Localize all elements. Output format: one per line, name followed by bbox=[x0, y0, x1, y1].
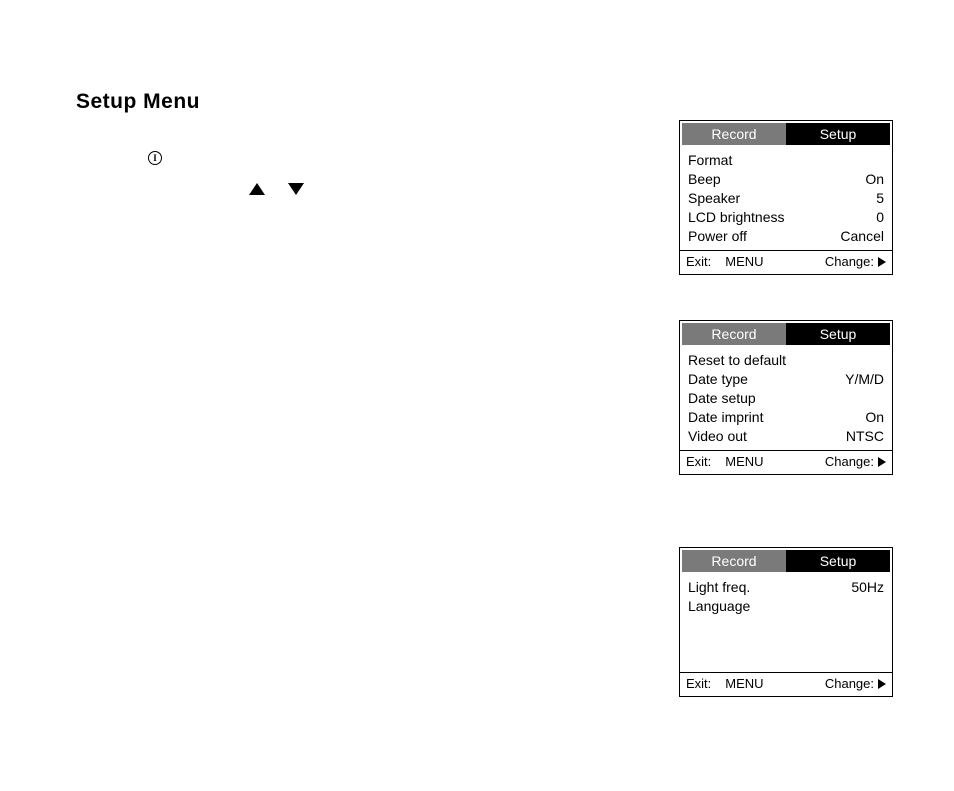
item-value: Cancel bbox=[840, 227, 884, 246]
items-list: Light freq. 50Hz Language bbox=[680, 572, 892, 672]
footer-exit-label: Exit: bbox=[686, 254, 711, 269]
setup-panel-1: Record Setup Format Beep On Speaker 5 LC… bbox=[679, 120, 893, 275]
item-label: Power off bbox=[688, 227, 747, 246]
right-arrow-icon bbox=[878, 679, 886, 689]
right-arrow-icon bbox=[878, 457, 886, 467]
footer-change-label: Change: bbox=[825, 254, 874, 269]
item-value: On bbox=[865, 170, 884, 189]
footer-exit-value: MENU bbox=[725, 676, 763, 691]
footer-exit-value: MENU bbox=[725, 254, 763, 269]
item-label: LCD brightness bbox=[688, 208, 785, 227]
items-list: Format Beep On Speaker 5 LCD brightness … bbox=[680, 145, 892, 250]
list-item[interactable]: Reset to default bbox=[688, 351, 884, 370]
panel-footer: Exit: MENU Change: bbox=[680, 673, 892, 696]
item-value: On bbox=[865, 408, 884, 427]
down-arrow-icon bbox=[288, 183, 304, 195]
tab-record[interactable]: Record bbox=[682, 323, 786, 345]
item-value: 0 bbox=[876, 208, 884, 227]
item-label: Date imprint bbox=[688, 408, 763, 427]
tab-row: Record Setup bbox=[682, 550, 890, 572]
tab-row: Record Setup bbox=[682, 123, 890, 145]
item-label: Speaker bbox=[688, 189, 740, 208]
list-item[interactable]: Video out NTSC bbox=[688, 427, 884, 446]
panel-footer: Exit: MENU Change: bbox=[680, 251, 892, 274]
item-value: Y/M/D bbox=[845, 370, 884, 389]
info-icon-glyph: I bbox=[153, 153, 157, 163]
tab-record[interactable]: Record bbox=[682, 123, 786, 145]
tab-record[interactable]: Record bbox=[682, 550, 786, 572]
list-item[interactable]: Beep On bbox=[688, 170, 884, 189]
list-item[interactable]: Format bbox=[688, 151, 884, 170]
list-item[interactable]: Language bbox=[688, 597, 884, 616]
footer-exit-label: Exit: bbox=[686, 676, 711, 691]
tab-setup[interactable]: Setup bbox=[786, 550, 890, 572]
setup-panel-3: Record Setup Light freq. 50Hz Language E… bbox=[679, 547, 893, 697]
footer-change-label: Change: bbox=[825, 676, 874, 691]
tab-row: Record Setup bbox=[682, 323, 890, 345]
list-item[interactable]: Date imprint On bbox=[688, 408, 884, 427]
item-label: Reset to default bbox=[688, 351, 786, 370]
tab-setup[interactable]: Setup bbox=[786, 123, 890, 145]
panel-footer: Exit: MENU Change: bbox=[680, 451, 892, 474]
page-title: Setup Menu bbox=[76, 90, 200, 114]
item-value: 50Hz bbox=[851, 578, 884, 597]
list-item[interactable]: Power off Cancel bbox=[688, 227, 884, 246]
list-item[interactable]: Light freq. 50Hz bbox=[688, 578, 884, 597]
item-label: Light freq. bbox=[688, 578, 750, 597]
list-item[interactable]: Date setup bbox=[688, 389, 884, 408]
footer-change-label: Change: bbox=[825, 454, 874, 469]
tab-setup[interactable]: Setup bbox=[786, 323, 890, 345]
item-value: 5 bbox=[876, 189, 884, 208]
list-item[interactable]: Speaker 5 bbox=[688, 189, 884, 208]
list-item[interactable]: LCD brightness 0 bbox=[688, 208, 884, 227]
list-item[interactable]: Date type Y/M/D bbox=[688, 370, 884, 389]
item-label: Language bbox=[688, 597, 750, 616]
item-label: Date type bbox=[688, 370, 748, 389]
setup-panel-2: Record Setup Reset to default Date type … bbox=[679, 320, 893, 475]
item-value: NTSC bbox=[846, 427, 884, 446]
footer-exit-value: MENU bbox=[725, 454, 763, 469]
info-icon: I bbox=[148, 151, 162, 165]
item-label: Date setup bbox=[688, 389, 756, 408]
footer-exit-label: Exit: bbox=[686, 454, 711, 469]
up-arrow-icon bbox=[249, 183, 265, 195]
item-label: Beep bbox=[688, 170, 721, 189]
items-list: Reset to default Date type Y/M/D Date se… bbox=[680, 345, 892, 450]
item-label: Format bbox=[688, 151, 732, 170]
item-label: Video out bbox=[688, 427, 747, 446]
right-arrow-icon bbox=[878, 257, 886, 267]
